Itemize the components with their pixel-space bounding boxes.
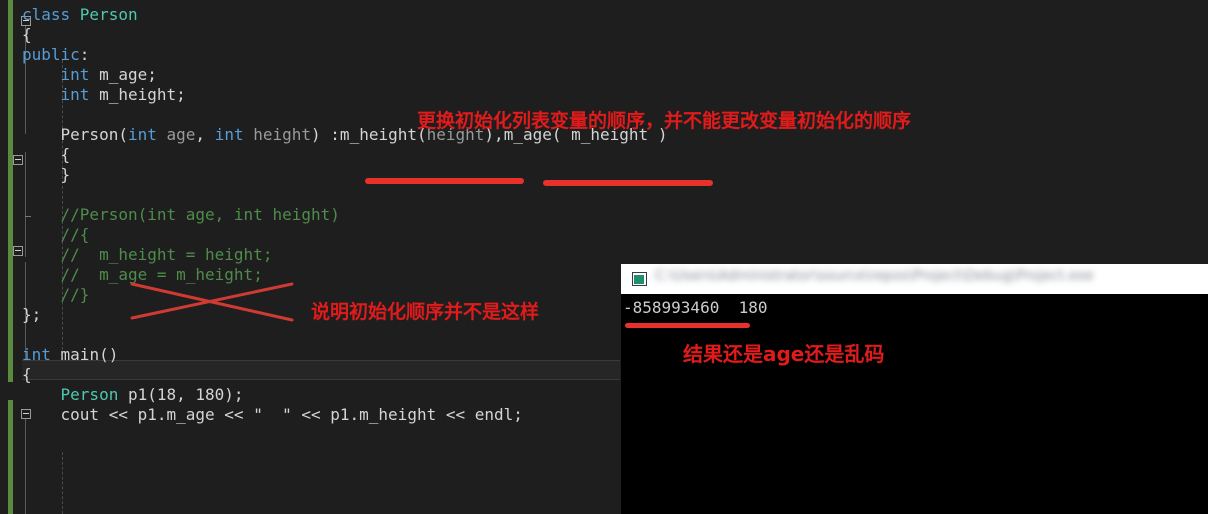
underline-m-age-init (543, 180, 713, 186)
code-line: Person p1(18, 180); (22, 385, 244, 405)
console-title-text: C:\Users\Administrator\source\repos\Proj… (655, 268, 1094, 284)
code-token: int (127, 125, 157, 144)
console-window[interactable]: C:\Users\Administrator\source\repos\Proj… (621, 264, 1208, 514)
code-line: class Person (22, 5, 138, 25)
code-token: : (79, 45, 90, 64)
change-bar-class (8, 0, 13, 382)
code-line: { (22, 365, 32, 385)
change-bar-main (8, 400, 13, 514)
cross-out-mark (130, 282, 294, 322)
code-token: }; (22, 305, 42, 324)
code-token: m_age; (89, 65, 157, 84)
code-token: } (22, 165, 71, 184)
code-token: //Person(int age, int height) (22, 205, 340, 224)
underline-m-height-init (365, 178, 524, 184)
code-token: , (195, 125, 215, 144)
code-token: int (214, 125, 244, 144)
code-token: // m_height = height; (22, 245, 273, 264)
code-token: //} (22, 285, 90, 304)
code-line: //Person(int age, int height) (22, 205, 340, 225)
code-line: { (22, 25, 32, 45)
code-token: Person (60, 385, 119, 404)
code-token: { (22, 365, 32, 384)
code-line: int m_age; (22, 65, 157, 85)
code-token: Person( (22, 125, 128, 144)
code-line: cout << p1.m_age << " " << p1.m_height <… (22, 405, 523, 425)
code-token: int (60, 85, 90, 104)
annotation-console-note: 结果还是age还是乱码 (683, 342, 885, 366)
code-token: " " (253, 405, 292, 424)
code-token: << p1.m_height << endl; (291, 405, 523, 424)
code-line: int m_height; (22, 85, 186, 105)
annotation-order-note: 更换初始化列表变量的顺序，并不能更改变量初始化的顺序 (417, 110, 912, 132)
code-token: int (60, 65, 90, 84)
outline-rail-main (25, 414, 26, 514)
code-line: }; (22, 305, 41, 325)
code-line: int main() (22, 345, 118, 365)
console-output-line: -858993460 180 (623, 298, 768, 317)
code-line: //{ (22, 225, 90, 245)
code-token: main() (50, 345, 119, 364)
code-token: age (166, 125, 196, 144)
indent-guide-main (62, 452, 63, 514)
code-token: //{ (22, 225, 90, 244)
code-token: { (22, 25, 32, 44)
code-line: public: (22, 45, 89, 65)
code-token: class (22, 5, 80, 24)
code-token: Person (79, 5, 138, 24)
code-token: int (22, 345, 51, 364)
code-token: { (22, 145, 71, 164)
code-token: public (22, 45, 80, 64)
code-token: m_height; (89, 85, 186, 104)
code-token: ) :m_height( (311, 125, 427, 144)
code-token: cout << p1.m_age << (22, 405, 254, 424)
code-line: } (22, 165, 71, 185)
annotation-init-order-note: 说明初始化顺序并不是这样 (311, 301, 540, 323)
console-title-bar[interactable]: C:\Users\Administrator\source\repos\Proj… (621, 264, 1208, 294)
code-line: { (22, 145, 71, 165)
screenshot-root: class Person{public: int m_age; int m_he… (0, 0, 1208, 514)
code-token: height (253, 125, 312, 144)
code-token: p1(18, 180); (118, 385, 244, 404)
underline-console-output (625, 323, 750, 328)
code-line: //} (22, 285, 90, 305)
code-line: // m_height = height; (22, 245, 273, 265)
console-app-icon (632, 272, 647, 286)
